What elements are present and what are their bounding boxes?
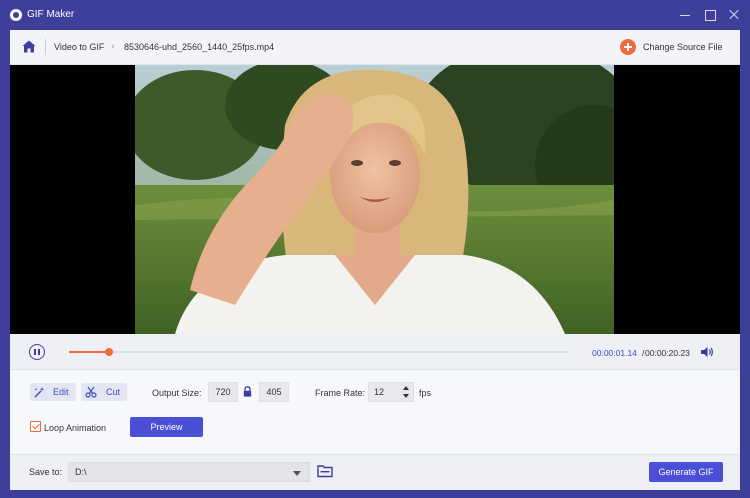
- save-path-value: D:\: [75, 467, 87, 477]
- gif-settings-panel: Edit Cut Output Size: 720 405 Frame Rate…: [10, 370, 740, 454]
- chevron-down-icon[interactable]: [293, 471, 301, 476]
- output-height-input[interactable]: 405: [259, 382, 289, 402]
- chevron-right-icon: ›: [111, 41, 115, 52]
- volume-icon[interactable]: [700, 346, 714, 358]
- change-source-file-label: Change Source File: [643, 42, 723, 52]
- breadcrumb-divider: [45, 39, 46, 55]
- maximize-button[interactable]: [702, 7, 718, 23]
- decrement-arrow-icon[interactable]: [403, 394, 409, 398]
- home-icon[interactable]: [22, 40, 36, 53]
- cut-label: Cut: [106, 387, 121, 397]
- loop-animation-checkbox[interactable]: [30, 421, 41, 432]
- breadcrumb-file-name: 8530646-uhd_2560_1440_25fps.mp4: [124, 42, 275, 52]
- seek-handle[interactable]: [105, 348, 113, 356]
- save-bar: Save to: D:\ Generate GIF: [10, 454, 740, 490]
- output-width-input[interactable]: 720: [208, 382, 238, 402]
- fps-unit-label: fps: [419, 388, 432, 398]
- playback-controls: 00:00:01.14 / 00:00:20.23: [10, 334, 740, 370]
- generate-gif-button[interactable]: Generate GIF: [649, 462, 723, 482]
- magic-wand-icon: [34, 387, 45, 398]
- preview-button[interactable]: Preview: [130, 417, 203, 437]
- close-button[interactable]: [726, 7, 742, 23]
- pause-button[interactable]: [29, 344, 45, 360]
- video-still-image: [135, 65, 614, 334]
- scissors-icon: [85, 386, 97, 398]
- loop-animation-label[interactable]: Loop Animation: [44, 423, 106, 433]
- total-time: 00:00:20.23: [645, 348, 690, 358]
- window-title: GIF Maker: [27, 9, 75, 20]
- seek-slider[interactable]: [69, 348, 569, 356]
- minimize-button[interactable]: [677, 7, 693, 23]
- title-bar: GIF Maker: [0, 0, 750, 30]
- cut-button[interactable]: Cut: [81, 383, 127, 401]
- breadcrumb-video-to-gif[interactable]: Video to GIF: [54, 42, 104, 52]
- app-logo-icon: [10, 9, 22, 21]
- folder-icon[interactable]: [317, 464, 333, 478]
- output-size-label: Output Size:: [152, 388, 202, 398]
- video-player[interactable]: [10, 65, 740, 334]
- save-path-dropdown[interactable]: D:\: [68, 462, 310, 482]
- seek-progress: [69, 351, 109, 353]
- edit-label: Edit: [53, 387, 69, 397]
- frame-rate-label: Frame Rate:: [315, 388, 366, 398]
- change-source-file-button[interactable]: Change Source File: [618, 38, 733, 56]
- current-time: 00:00:01.14: [592, 348, 637, 358]
- video-frame: [135, 65, 614, 334]
- increment-arrow-icon[interactable]: [403, 386, 409, 390]
- edit-button[interactable]: Edit: [30, 383, 76, 401]
- plus-icon: [620, 39, 636, 55]
- frame-rate-value[interactable]: 12: [374, 387, 384, 397]
- gif-maker-window: GIF Maker Video to GIF › 8530646-uhd_256…: [0, 0, 750, 498]
- frame-rate-stepper[interactable]: 12: [368, 382, 414, 402]
- breadcrumb: Video to GIF › 8530646-uhd_2560_1440_25f…: [10, 30, 740, 65]
- save-to-label: Save to:: [29, 467, 63, 477]
- lock-icon[interactable]: [243, 386, 252, 397]
